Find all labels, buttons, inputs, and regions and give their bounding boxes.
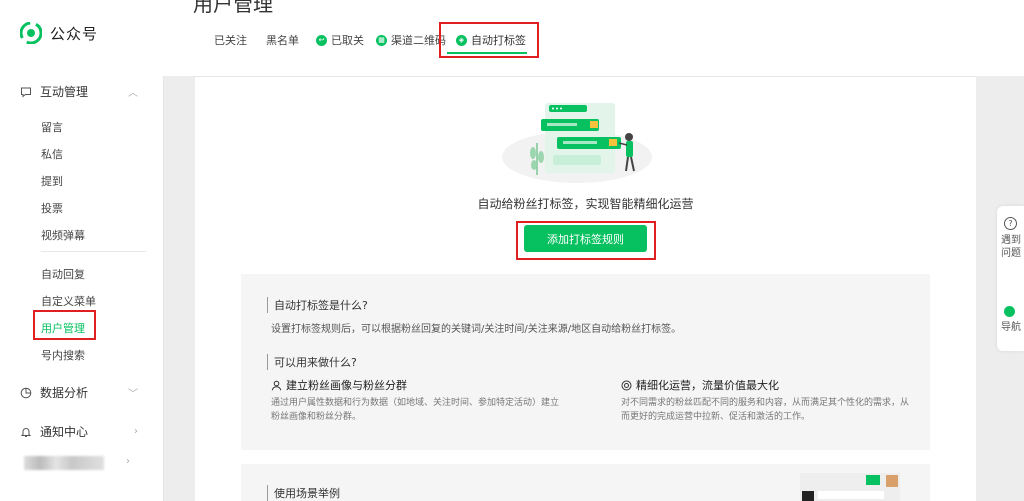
logo[interactable]: 公众号 bbox=[20, 22, 98, 44]
slogan-text: 自动给粉丝打标签，实现智能精细化运营 bbox=[477, 197, 694, 211]
feature-user-profile: 建立粉丝画像与粉丝分群 bbox=[271, 377, 407, 393]
thumbnail-avatar bbox=[886, 475, 898, 487]
sidebar-item-votes[interactable]: 投票 bbox=[41, 200, 63, 216]
navigation-icon[interactable] bbox=[1004, 306, 1015, 317]
tab-unfollowed[interactable]: ↩ 已取关 bbox=[316, 32, 364, 48]
sidebar-section-label: 数据分析 bbox=[40, 386, 89, 400]
user-icon bbox=[271, 380, 282, 390]
sidebar-item-mentions[interactable]: 提到 bbox=[41, 173, 63, 189]
chat-bubble-icon bbox=[21, 87, 31, 98]
tab-blacklist[interactable]: 黑名单 bbox=[266, 32, 299, 48]
sidebar-section-analytics[interactable]: 数据分析 ﹀ bbox=[20, 384, 138, 401]
feature-title: 建立粉丝画像与粉丝分群 bbox=[286, 379, 407, 392]
target-icon bbox=[621, 380, 632, 390]
sidebar-divider bbox=[41, 251, 146, 252]
page-title: 用户管理 bbox=[193, 0, 273, 16]
sidebar-item-account-search[interactable]: 号内搜索 bbox=[41, 347, 85, 363]
tab-following[interactable]: 已关注 bbox=[214, 32, 247, 48]
sidebar-item-auto-reply[interactable]: 自动回复 bbox=[41, 266, 85, 282]
feature-desc-line: 通过用户属性数据和行为数据（如地域、关注时间、参加特定活动）建立 bbox=[271, 398, 560, 408]
thumbnail-green-block bbox=[866, 475, 880, 485]
tab-channel-qrcode[interactable]: ▦ 渠道二维码 bbox=[376, 32, 446, 48]
tab-label: 已关注 bbox=[214, 34, 247, 47]
unfollow-icon: ↩ bbox=[316, 34, 327, 46]
wechat-official-logo-icon bbox=[20, 22, 42, 44]
chevron-right-icon: › bbox=[126, 456, 130, 467]
sidebar-section-interaction[interactable]: 互动管理 ︿ bbox=[20, 83, 138, 100]
sidebar-item-custom-menu[interactable]: 自定义菜单 bbox=[41, 293, 96, 309]
feature-desc-line: 对不同需求的粉丝匹配不同的服务和内容，从而满足其个性化的需求，从 bbox=[621, 398, 910, 408]
bell-icon bbox=[20, 427, 32, 437]
feature-desc-line: 而更好的完成运营中拉新、促活和激活的工作。 bbox=[621, 412, 811, 422]
auto-tagging-illustration bbox=[502, 103, 652, 183]
tab-label: 已取关 bbox=[331, 34, 364, 47]
info-panel: 自动打标签是什么? 设置打标签规则后，可以根据粉丝回复的关键词/关注时间/关注来… bbox=[241, 274, 930, 450]
tab-label: 黑名单 bbox=[266, 34, 299, 47]
feature-title: 精细化运营，流量价值最大化 bbox=[636, 379, 779, 392]
chevron-up-icon: ︿ bbox=[128, 88, 138, 99]
scenario-preview-thumbnail bbox=[800, 473, 900, 501]
pie-chart-icon bbox=[20, 387, 32, 398]
sidebar-section-notifications[interactable]: 通知中心 › bbox=[20, 423, 138, 440]
feature-fine-operation: 精细化运营，流量价值最大化 bbox=[621, 377, 779, 393]
account-name-blurred[interactable] bbox=[24, 456, 104, 470]
question-what-is: 自动打标签是什么? bbox=[267, 297, 368, 313]
floating-helper-bar: ? 遇到问题 导航 bbox=[997, 206, 1024, 351]
sidebar-section-label: 通知中心 bbox=[40, 425, 89, 439]
help-label[interactable]: 遇到问题 bbox=[1001, 234, 1021, 260]
answer-what-is: 设置打标签规则后，可以根据粉丝回复的关键词/关注时间/关注来源/地区自动给粉丝打… bbox=[271, 324, 682, 335]
question-what-for: 可以用来做什么? bbox=[267, 354, 357, 370]
question-usage-scenario: 使用场景举例 bbox=[267, 485, 340, 501]
brand-name: 公众号 bbox=[50, 24, 99, 43]
highlight-auto-tagging-tab bbox=[439, 22, 539, 58]
thumbnail-dark-block bbox=[802, 491, 814, 501]
chevron-down-icon: ﹀ bbox=[128, 389, 138, 400]
feature-desc-line: 粉丝画像和粉丝分群。 bbox=[271, 412, 362, 422]
sidebar: 公众号 互动管理 ︿ 留言 私信 提到 投票 视频弹幕 自动回复 自定义菜单 用… bbox=[0, 0, 164, 501]
navigation-label[interactable]: 导航 bbox=[1001, 321, 1021, 334]
highlight-add-rule-button bbox=[516, 221, 656, 260]
sidebar-section-label: 互动管理 bbox=[40, 85, 89, 99]
thumbnail-message-bubble bbox=[818, 491, 884, 499]
tab-label: 渠道二维码 bbox=[391, 34, 446, 47]
sidebar-item-messages[interactable]: 私信 bbox=[41, 146, 63, 162]
account-arrow[interactable]: › bbox=[126, 456, 138, 467]
chevron-right-icon: › bbox=[134, 426, 138, 437]
highlight-user-management bbox=[33, 310, 96, 340]
sidebar-item-comments[interactable]: 留言 bbox=[41, 119, 63, 135]
sidebar-item-video-danmaku[interactable]: 视频弹幕 bbox=[41, 227, 85, 243]
help-question-icon[interactable]: ? bbox=[1004, 217, 1017, 230]
qrcode-icon: ▦ bbox=[376, 34, 387, 46]
